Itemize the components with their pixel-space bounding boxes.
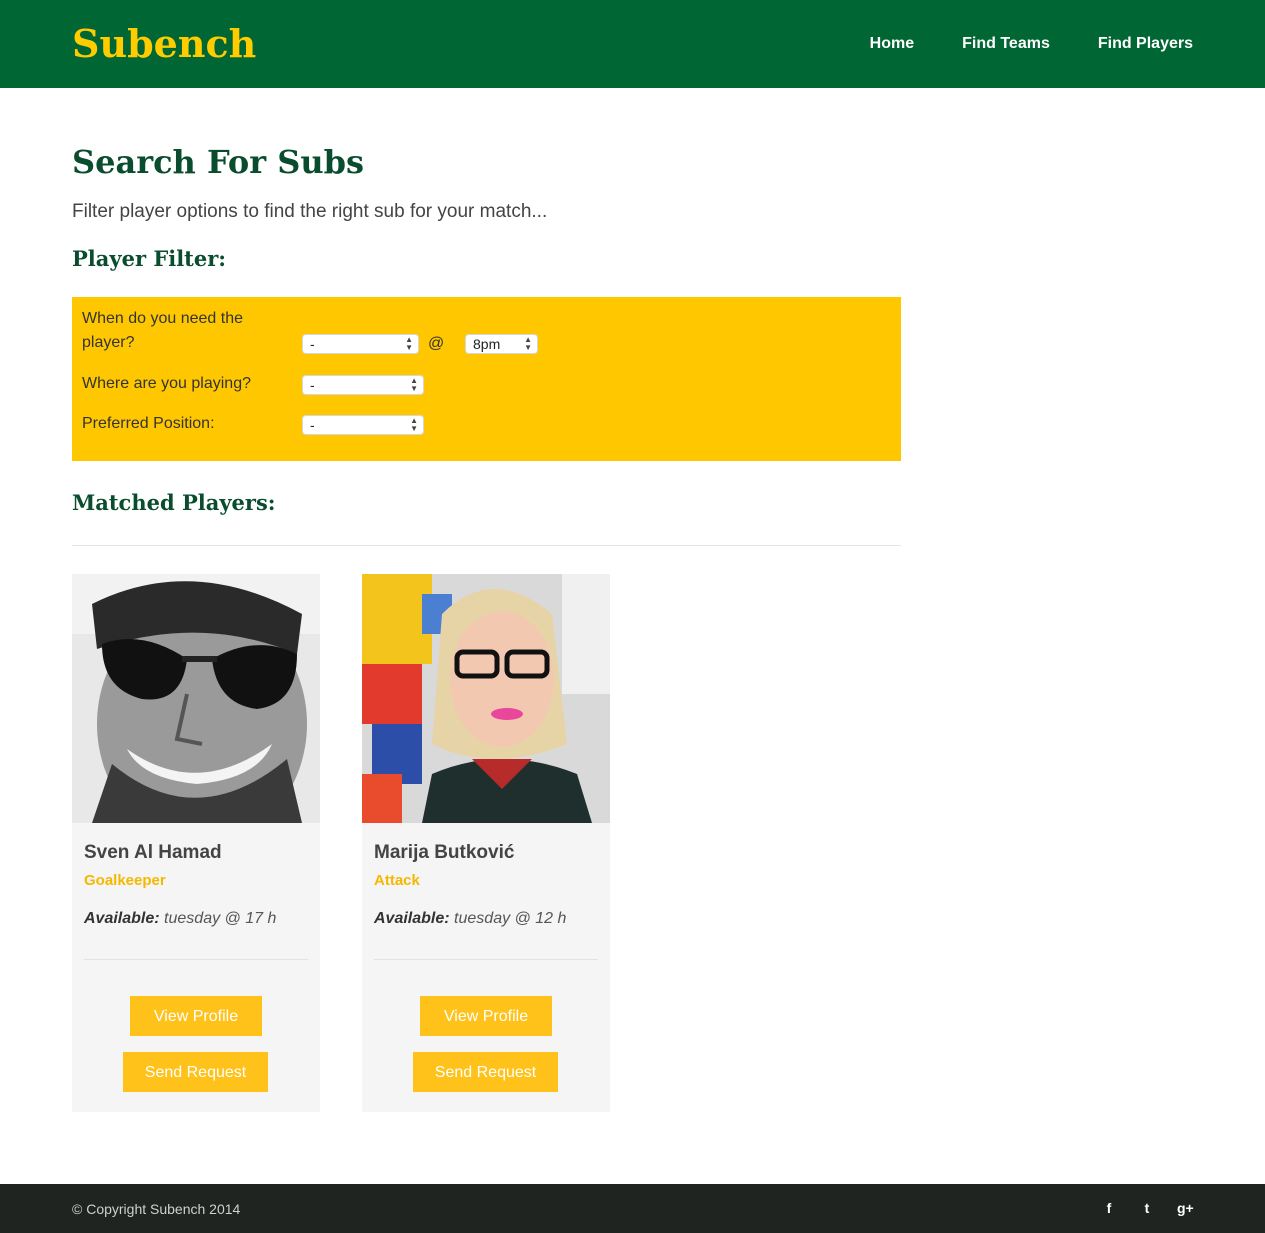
- player-card: Marija Butković Attack Available: tuesda…: [362, 574, 610, 1112]
- social-links: f t g+: [1079, 1198, 1194, 1218]
- filter-heading: Player Filter:: [72, 246, 227, 271]
- player-position: Goalkeeper: [84, 872, 166, 889]
- player-photo[interactable]: [362, 574, 610, 823]
- at-sign: @: [428, 335, 445, 352]
- location-select[interactable]: - ▲ ▼: [302, 375, 424, 395]
- player-card: Sven Al Hamad Goalkeeper Available: tues…: [72, 574, 320, 1112]
- when-label: When do you need the player?: [82, 310, 244, 351]
- section-divider: [72, 545, 901, 546]
- google-plus-icon[interactable]: g+: [1177, 1198, 1194, 1218]
- send-request-button[interactable]: Send Request: [123, 1052, 268, 1092]
- twitter-icon[interactable]: t: [1139, 1198, 1155, 1218]
- player-position: Attack: [374, 872, 420, 889]
- page-title: Search For Subs: [72, 143, 365, 181]
- position-label: Preferred Position:: [82, 415, 215, 432]
- matched-heading: Matched Players:: [72, 490, 276, 515]
- position-select[interactable]: - ▲ ▼: [302, 415, 424, 435]
- player-photo[interactable]: [72, 574, 320, 823]
- view-profile-button[interactable]: View Profile: [130, 996, 262, 1036]
- intro-text: Filter player options to find the right …: [72, 201, 548, 222]
- site-footer: © Copyright Subench 2014 f t g+: [0, 1184, 1265, 1233]
- player-name: Sven Al Hamad: [84, 842, 222, 863]
- player-availability: Available: tuesday @ 12 h: [374, 909, 566, 929]
- player-availability: Available: tuesday @ 17 h: [84, 909, 276, 929]
- player-filter-panel: When do you need the player? - ▲ ▼ @ 8pm …: [72, 297, 901, 461]
- select-arrows-icon: ▲ ▼: [524, 335, 532, 352]
- available-label: Available:: [84, 910, 160, 927]
- select-arrows-icon: ▲ ▼: [410, 416, 418, 433]
- day-select[interactable]: - ▲ ▼: [302, 334, 419, 354]
- main-nav: Home Find Teams Find Players: [822, 34, 1193, 54]
- view-profile-button[interactable]: View Profile: [420, 996, 552, 1036]
- site-logo[interactable]: Subench: [72, 20, 256, 68]
- position-select-value: -: [310, 417, 315, 433]
- player-name: Marija Butković: [374, 842, 515, 863]
- available-label: Available:: [374, 910, 450, 927]
- nav-find-players[interactable]: Find Players: [1098, 34, 1193, 54]
- card-divider: [84, 959, 308, 960]
- time-select-value: 8pm: [473, 336, 501, 352]
- facebook-icon[interactable]: f: [1101, 1198, 1117, 1218]
- available-value: tuesday @ 12 h: [454, 910, 567, 927]
- where-label: Where are you playing?: [82, 375, 251, 392]
- nav-home[interactable]: Home: [870, 34, 914, 54]
- send-request-button[interactable]: Send Request: [413, 1052, 558, 1092]
- day-select-value: -: [310, 336, 315, 352]
- time-select[interactable]: 8pm ▲ ▼: [465, 334, 538, 354]
- site-header: Subench Home Find Teams Find Players: [0, 0, 1265, 88]
- location-select-value: -: [310, 377, 315, 393]
- card-divider: [374, 959, 598, 960]
- select-arrows-icon: ▲ ▼: [410, 376, 418, 393]
- nav-find-teams[interactable]: Find Teams: [962, 34, 1050, 54]
- available-value: tuesday @ 17 h: [164, 910, 277, 927]
- copyright-text: © Copyright Subench 2014: [72, 1201, 241, 1217]
- select-arrows-icon: ▲ ▼: [405, 335, 413, 352]
